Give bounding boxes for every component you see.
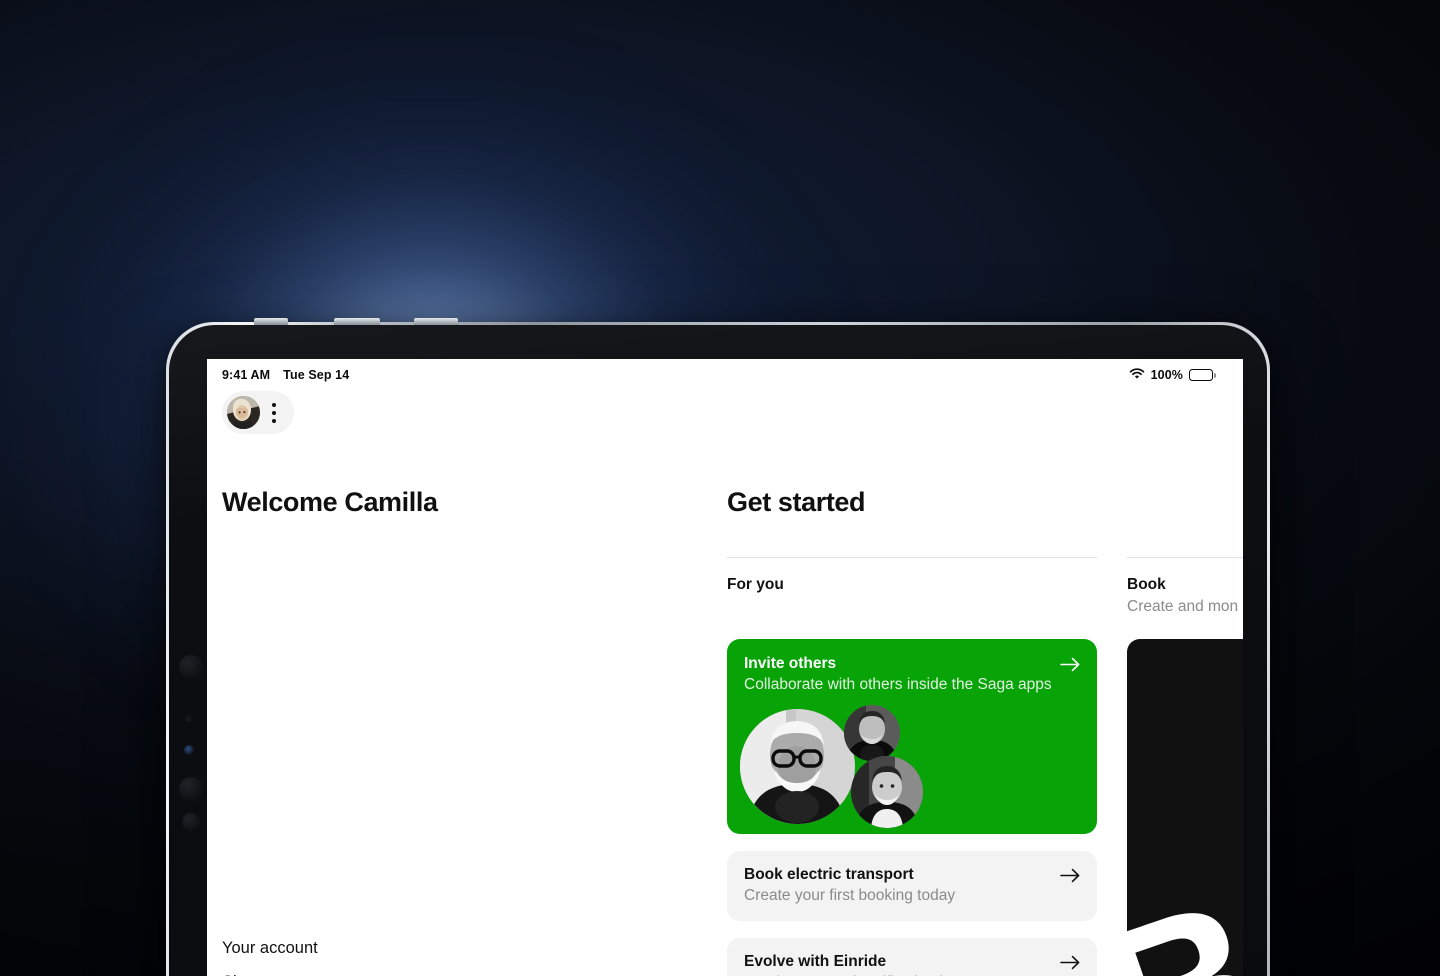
brand-letter: B	[1127, 853, 1243, 976]
get-started-panel: Get started For you Book Create and mon …	[727, 434, 1243, 976]
wifi-icon	[1129, 367, 1145, 383]
screenshot-stage: 9:41 AM Tue Sep 14 100% Welcome Camilla …	[0, 0, 1440, 976]
page-title: Welcome Camilla	[222, 487, 438, 517]
status-bar-date: Tue Sep 14	[283, 368, 350, 382]
book-card-subtitle: Create your first booking today	[744, 887, 956, 904]
arrow-right-icon[interactable]	[1060, 953, 1080, 970]
status-bar-battery-percent: 100%	[1150, 368, 1183, 382]
account-pill[interactable]	[222, 391, 294, 434]
book-electric-transport-card[interactable]: Book electric transport Create your firs…	[727, 851, 1097, 921]
evolve-card-subtitle: Continue your electrification journey	[744, 971, 990, 976]
link-your-account[interactable]: Your account	[222, 939, 318, 958]
left-panel: Welcome Camilla Your account Sign out FA…	[222, 434, 727, 976]
account-links: Your account Sign out FAQ	[222, 939, 318, 976]
tab-for-you[interactable]: For you	[727, 557, 1097, 616]
bezel-reflection-2	[179, 777, 203, 801]
bezel-camera-icon	[184, 745, 194, 755]
tab-book-label: Book	[1127, 576, 1166, 593]
status-bar: 9:41 AM Tue Sep 14 100%	[207, 359, 1243, 385]
brand-panel-card[interactable]: B	[1127, 639, 1243, 976]
status-bar-time: 9:41 AM	[222, 368, 271, 382]
avatar-person-1	[740, 709, 855, 824]
invite-avatar-group	[734, 705, 1094, 834]
card-stack: Invite others Collaborate with others in…	[727, 639, 1243, 976]
get-started-title: Get started	[727, 487, 866, 517]
get-started-header: Get started	[727, 434, 1243, 518]
bezel-reflection-1	[179, 655, 203, 679]
tab-row: For you Book Create and mon	[727, 557, 1243, 616]
invite-others-card[interactable]: Invite others Collaborate with others in…	[727, 639, 1097, 834]
avatar-person-2	[844, 705, 900, 761]
tablet-screen: 9:41 AM Tue Sep 14 100% Welcome Camilla …	[207, 359, 1243, 976]
bezel-sensor-icon	[185, 715, 192, 722]
evolve-card-title: Evolve with Einride	[744, 953, 887, 970]
book-card-title: Book electric transport	[744, 866, 914, 883]
invite-card-subtitle: Collaborate with others inside the Saga …	[744, 676, 1052, 693]
tab-book-subtitle: Create and mon	[1127, 598, 1239, 615]
tablet-device: 9:41 AM Tue Sep 14 100% Welcome Camilla …	[166, 318, 1270, 976]
tab-for-you-label: For you	[727, 576, 784, 593]
battery-full-icon	[1189, 369, 1216, 381]
avatar[interactable]	[227, 396, 260, 429]
main-content: Welcome Camilla Your account Sign out FA…	[207, 434, 1243, 976]
bezel-reflection-3	[182, 813, 200, 831]
arrow-right-icon[interactable]	[1060, 655, 1080, 672]
book-cards: B	[1127, 639, 1243, 976]
avatar-person-3	[851, 756, 923, 828]
tab-book[interactable]: Book Create and mon	[1127, 557, 1243, 616]
for-you-cards: Invite others Collaborate with others in…	[727, 639, 1097, 976]
evolve-with-einride-card[interactable]: Evolve with Einride Continue your electr…	[727, 938, 1097, 976]
tablet-bezel: 9:41 AM Tue Sep 14 100% Welcome Camilla …	[169, 325, 1267, 976]
arrow-right-icon[interactable]	[1060, 866, 1080, 883]
invite-card-title: Invite others	[744, 655, 837, 672]
kebab-menu-icon[interactable]	[270, 402, 278, 423]
